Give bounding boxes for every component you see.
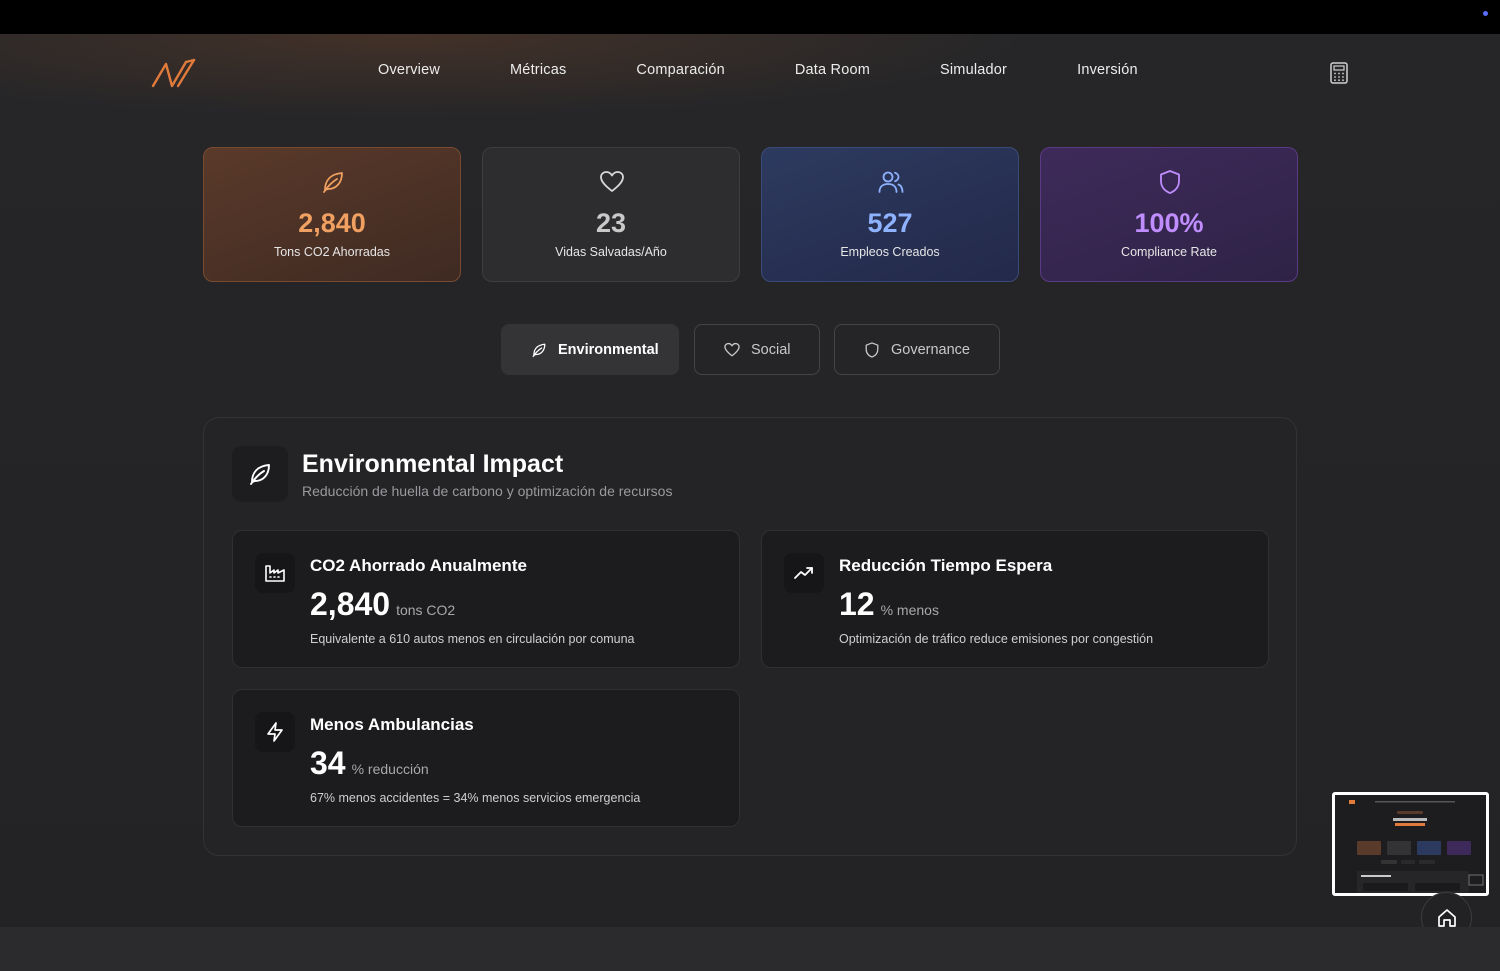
metric-title: Menos Ambulancias xyxy=(310,715,474,734)
panel-icon-box xyxy=(232,446,288,502)
tab-environmental[interactable]: Environmental xyxy=(501,324,679,375)
metric-number: 12 xyxy=(839,586,875,622)
panel-title: Environmental Impact xyxy=(302,450,564,478)
factory-icon xyxy=(265,565,285,582)
metric-description: 67% menos accidentes = 34% menos servici… xyxy=(310,791,641,805)
metric-number: 34 xyxy=(310,745,346,781)
metric-value: 34 % reducción xyxy=(310,745,429,782)
nav-inversion[interactable]: Inversión xyxy=(1042,62,1173,78)
tab-label: Governance xyxy=(891,341,970,358)
browser-top-bar xyxy=(0,0,1500,34)
home-icon xyxy=(1437,908,1456,927)
metric-icon-box xyxy=(255,553,295,593)
metric-icon-box xyxy=(255,712,295,752)
metric-card-wait-time: Reducción Tiempo Espera 12 % menos Optimi… xyxy=(761,530,1269,668)
kpi-label: Vidas Salvadas/Año xyxy=(555,245,667,259)
leaf-icon xyxy=(250,464,270,485)
tab-label: Social xyxy=(751,341,791,358)
metric-number: 2,840 xyxy=(310,586,391,622)
heart-icon xyxy=(600,171,624,192)
metric-icon-box xyxy=(784,553,824,593)
metric-description: Equivalente a 610 autos menos en circula… xyxy=(310,632,635,646)
metric-unit: % reducción xyxy=(351,761,429,777)
kpi-value: 23 xyxy=(595,208,627,238)
bottom-bar xyxy=(0,927,1500,971)
leaf-icon xyxy=(532,343,546,357)
tab-social[interactable]: Social xyxy=(694,324,820,375)
metric-card-co2: CO2 Ahorrado Anualmente 2,840 tons CO2 Eq… xyxy=(232,530,740,668)
environmental-impact-panel: Environmental Impact Reducción de huella… xyxy=(203,417,1297,856)
trending-up-icon xyxy=(794,567,813,579)
nav-simulador[interactable]: Simulador xyxy=(905,62,1042,78)
shield-icon xyxy=(1160,170,1180,194)
tab-governance[interactable]: Governance xyxy=(834,324,1000,375)
main-nav: Overview Métricas Comparación Data Room … xyxy=(343,62,1173,78)
users-icon xyxy=(878,171,904,193)
kpi-compliance-card: 100% Compliance Rate xyxy=(1040,147,1298,282)
status-dot xyxy=(1483,11,1488,16)
kpi-value: 2,840 xyxy=(298,208,366,238)
panel-subtitle: Reducción de huella de carbono y optimiz… xyxy=(302,483,673,499)
kpi-label: Empleos Creados xyxy=(840,245,940,259)
metric-value: 12 % menos xyxy=(839,586,939,623)
metric-value: 2,840 tons CO2 xyxy=(310,586,455,623)
kpi-value: 100% xyxy=(1134,208,1204,238)
minimap-preview xyxy=(1335,795,1486,893)
brand-logo-icon[interactable] xyxy=(150,56,198,90)
leaf-icon xyxy=(323,172,343,193)
nav-metricas[interactable]: Métricas xyxy=(475,62,601,78)
shield-icon xyxy=(865,341,879,358)
metric-unit: tons CO2 xyxy=(396,602,456,618)
kpi-label: Compliance Rate xyxy=(1121,245,1217,259)
metric-unit: % menos xyxy=(880,602,939,618)
metric-description: Optimización de tráfico reduce emisiones… xyxy=(839,632,1154,646)
metric-card-ambulances: Menos Ambulancias 34 % reducción 67% meno… xyxy=(232,689,740,827)
calculator-icon[interactable] xyxy=(1329,62,1349,84)
metric-title: Reducción Tiempo Espera xyxy=(839,556,1053,575)
metric-title: CO2 Ahorrado Anualmente xyxy=(310,556,527,575)
nav-data-room[interactable]: Data Room xyxy=(760,62,905,78)
kpi-label: Tons CO2 Ahorradas xyxy=(273,245,391,259)
page: Overview Métricas Comparación Data Room … xyxy=(0,34,1500,943)
kpi-lives-card: 23 Vidas Salvadas/Año xyxy=(482,147,740,282)
kpi-value: 527 xyxy=(867,208,913,238)
page-minimap-thumbnail[interactable] xyxy=(1332,792,1489,896)
kpi-co2-card: 2,840 Tons CO2 Ahorradas xyxy=(203,147,461,282)
kpi-jobs-card: 527 Empleos Creados xyxy=(761,147,1019,282)
heart-icon xyxy=(724,342,740,356)
tab-label: Environmental xyxy=(558,341,659,358)
nav-overview[interactable]: Overview xyxy=(343,62,475,78)
nav-comparacion[interactable]: Comparación xyxy=(601,62,759,78)
zap-icon xyxy=(267,722,283,742)
